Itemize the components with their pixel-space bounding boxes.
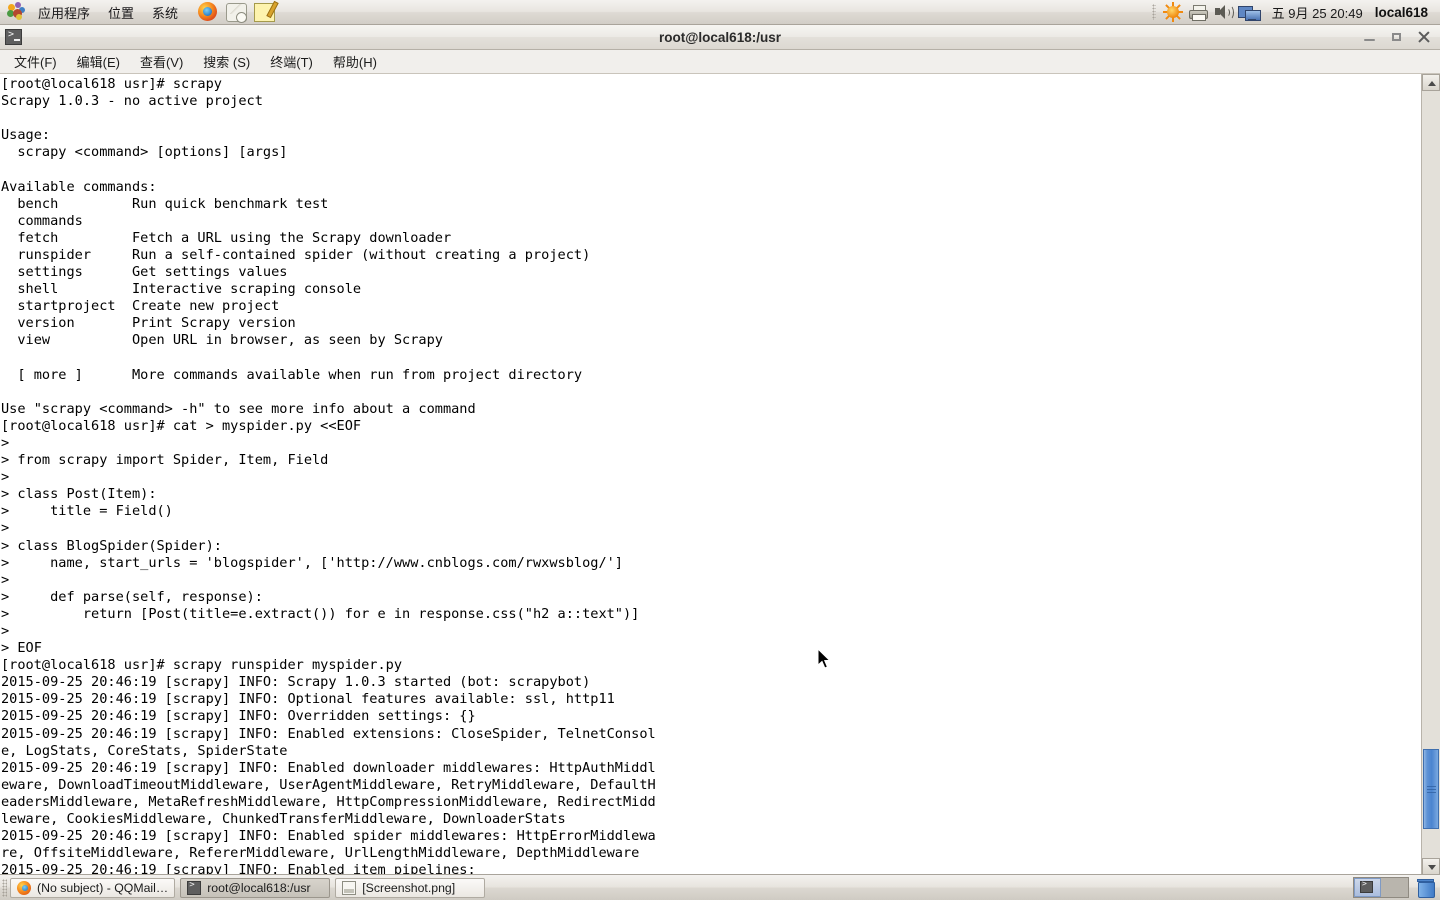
terminal-menubar: 文件(F) 编辑(E) 查看(V) 搜索 (S) 终端(T) 帮助(H) [0,50,1440,74]
maximize-button[interactable] [1390,31,1403,44]
image-viewer-icon [342,880,357,895]
system-tray [1151,2,1261,22]
workspace-switcher[interactable] [1353,877,1409,898]
chevron-up-icon [1428,81,1436,86]
top-panel-left: 应用程序 位置 系统 [0,0,279,24]
menu-file[interactable]: 文件(F) [4,51,67,72]
taskbar-item-label: [Screenshot.png] [362,880,456,895]
taskbar-item-label: root@local618:/usr [207,880,311,895]
terminal-text: [root@local618 usr]# scrapy Scrapy 1.0.3… [1,76,656,875]
terminal-icon [5,29,22,45]
taskbar-item-qqmail[interactable]: (No subject) - QQMail… [10,877,176,898]
window-title: root@local618:/usr [659,29,781,45]
terminal-icon [187,880,202,895]
terminal-window: root@local618:/usr 文件(F) 编辑(E) 查看(V) 搜索 … [0,25,1440,875]
workspace-1[interactable] [1354,878,1381,897]
firefox-icon [17,880,31,895]
window-controls [1363,31,1440,44]
minimize-button[interactable] [1363,31,1376,44]
scrollbar-thumb[interactable] [1423,749,1439,829]
menu-help[interactable]: 帮助(H) [323,51,387,72]
gnome-taskbar: (No subject) - QQMail… root@local618:/us… [0,874,1440,900]
chevron-down-icon [1428,865,1436,870]
menu-view[interactable]: 查看(V) [130,51,193,72]
menu-terminal[interactable]: 终端(T) [260,51,323,72]
gnome-top-panel: 应用程序 位置 系统 五 9月 25 20:49 local618 [0,0,1440,25]
printer-icon[interactable] [1188,4,1208,21]
gnome-foot-icon [5,2,27,22]
volume-icon[interactable] [1214,4,1234,20]
menu-places[interactable]: 位置 [99,0,143,24]
help-icon-badge [236,12,248,23]
menu-edit[interactable]: 编辑(E) [67,51,130,72]
help-launcher[interactable] [224,1,248,23]
scrollbar-down-button[interactable] [1422,858,1440,875]
top-panel-right: 五 9月 25 20:49 local618 [1151,0,1440,24]
network-icon[interactable] [1237,4,1261,21]
taskbar-item-terminal[interactable]: root@local618:/usr [180,877,331,898]
menu-search[interactable]: 搜索 (S) [193,51,260,72]
clock[interactable]: 五 9月 25 20:49 [1260,3,1375,22]
terminal-body: [root@local618 usr]# scrapy Scrapy 1.0.3… [0,74,1440,875]
terminal-output-area[interactable]: [root@local618 usr]# scrapy Scrapy 1.0.3… [0,74,1421,875]
hostname-label: local618 [1374,4,1428,20]
close-button[interactable] [1417,31,1430,44]
mouse-cursor-icon [818,649,831,669]
workspace-2[interactable] [1381,878,1408,897]
taskbar-item-label: (No subject) - QQMail… [37,880,169,895]
scrollbar-up-button[interactable] [1422,74,1440,91]
menu-applications[interactable]: 应用程序 [29,0,99,24]
menu-system[interactable]: 系统 [143,0,187,24]
desktop: 应用程序 位置 系统 五 9月 25 20:49 local618 > root… [0,0,1440,900]
tray-grip-handle[interactable] [1151,4,1156,20]
notes-launcher[interactable] [252,0,279,23]
update-icon[interactable] [1162,2,1183,22]
taskbar-right [1353,877,1440,898]
terminal-scrollbar[interactable] [1421,74,1440,875]
trash-icon[interactable] [1417,878,1435,898]
taskbar-grip-handle[interactable] [2,878,7,897]
terminal-icon [1360,879,1373,893]
scrollbar-track[interactable] [1422,91,1440,858]
taskbar-item-screenshot[interactable]: [Screenshot.png] [335,877,486,898]
window-titlebar[interactable]: root@local618:/usr [0,25,1440,50]
firefox-icon-globe [203,7,213,16]
firefox-launcher[interactable] [196,1,220,23]
